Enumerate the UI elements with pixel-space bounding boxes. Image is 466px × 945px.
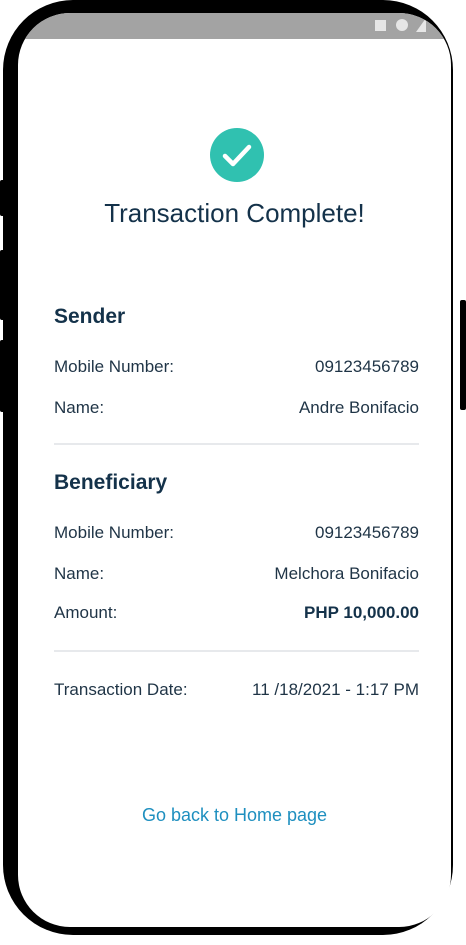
- sender-mobile-row: Mobile Number: 09123456789: [54, 357, 419, 379]
- beneficiary-name-row: Name: Melchora Bonifacio: [54, 564, 419, 586]
- phone-frame: Transaction Complete! Sender Mobile Numb…: [3, 0, 453, 935]
- amount-value: PHP 10,000.00: [304, 603, 419, 622]
- beneficiary-mobile-label: Mobile Number:: [54, 523, 174, 542]
- divider: [54, 650, 419, 652]
- circle-icon: [396, 19, 408, 31]
- beneficiary-mobile-value: 09123456789: [314, 523, 419, 542]
- screen: Transaction Complete! Sender Mobile Numb…: [18, 13, 451, 927]
- status-bar: [18, 13, 451, 39]
- sender-mobile-label: Mobile Number:: [54, 357, 174, 376]
- beneficiary-name-value: Melchora Bonifacio: [274, 564, 419, 583]
- transaction-date-label: Transaction Date:: [54, 680, 188, 699]
- sender-mobile-value: 09123456789: [314, 357, 419, 376]
- checkmark-icon: [210, 128, 264, 182]
- beneficiary-mobile-row: Mobile Number: 09123456789: [54, 523, 419, 545]
- transaction-date-value: 11 /18/2021 - 1:17 PM: [252, 680, 419, 699]
- beneficiary-amount-row: Amount: PHP 10,000.00: [54, 603, 419, 625]
- sender-name-label: Name:: [54, 398, 105, 417]
- transaction-date-row: Transaction Date: 11 /18/2021 - 1:17 PM: [54, 680, 419, 702]
- go-home-link[interactable]: Go back to Home page: [18, 805, 451, 826]
- beneficiary-heading: Beneficiary: [54, 471, 168, 494]
- sender-name-value: Andre Bonifacio: [298, 398, 419, 417]
- beneficiary-name-label: Name:: [54, 564, 105, 583]
- page-title: Transaction Complete!: [104, 198, 365, 228]
- divider: [54, 443, 419, 445]
- triangle-icon: [416, 18, 426, 32]
- phone-side-button-right: [460, 300, 466, 410]
- sender-name-row: Name: Andre Bonifacio: [54, 398, 419, 420]
- sender-heading: Sender: [54, 305, 126, 328]
- amount-label: Amount:: [54, 603, 118, 622]
- square-icon: [375, 20, 386, 31]
